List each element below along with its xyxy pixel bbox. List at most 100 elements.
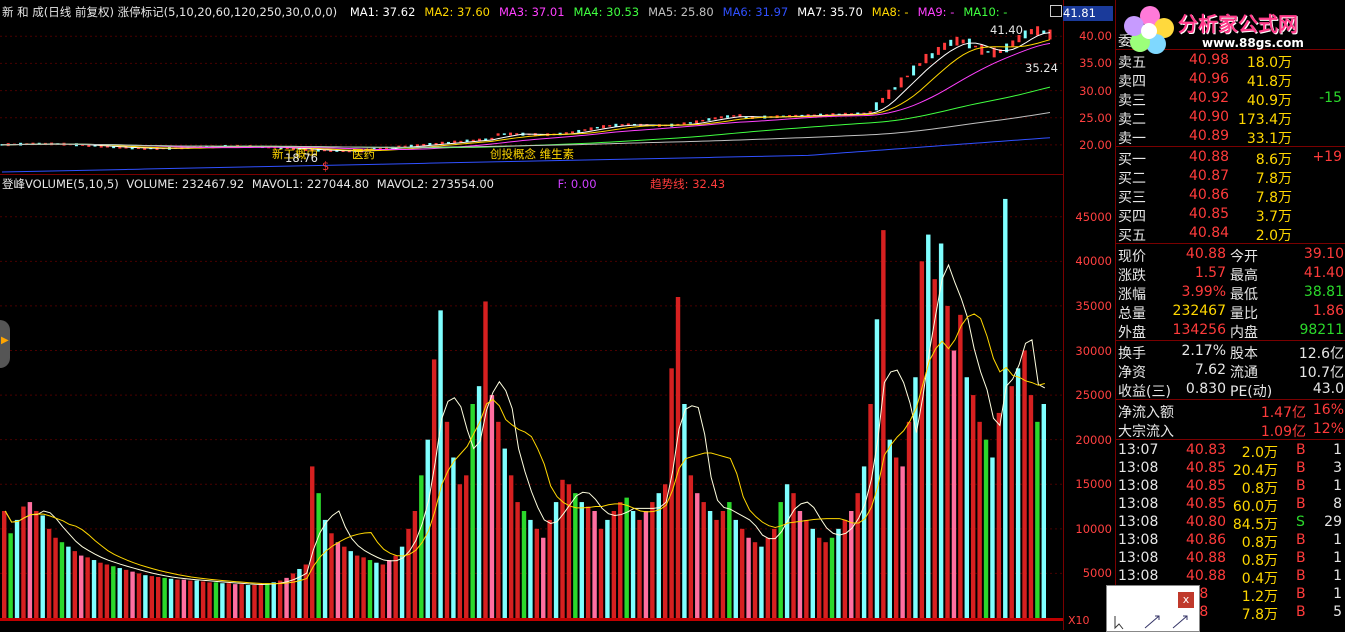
volume-axis-tick: 35000 — [1075, 298, 1112, 313]
volume-bar — [938, 243, 944, 618]
maximize-icon[interactable] — [1050, 5, 1062, 17]
volume-bar — [361, 557, 366, 618]
tick-row: 13:08 40.85 20.4万 B 3 — [1116, 459, 1345, 479]
volume-bar — [451, 457, 456, 618]
price-candle — [1048, 29, 1052, 40]
volume-bar — [643, 511, 649, 618]
arrow-right-icon: ▶ — [1, 335, 9, 346]
volume-bar — [759, 546, 764, 618]
volume-bar — [906, 421, 912, 618]
collapse-tab[interactable]: ▶ — [0, 320, 10, 368]
stat-value: 12.6亿 — [1298, 346, 1344, 362]
volume-bar — [739, 528, 745, 618]
volume-bar — [200, 581, 206, 618]
stat-label: 股本 — [1230, 346, 1258, 362]
stat-label: 收益(三) — [1118, 384, 1171, 400]
volume-bar — [245, 585, 251, 618]
price-candle — [961, 39, 965, 44]
flow-value: 1.09亿 — [1260, 424, 1306, 440]
volume-axis-tick: 10000 — [1075, 521, 1112, 536]
volume-bar — [618, 502, 623, 618]
volume-bar — [156, 576, 161, 618]
volume-bar — [791, 493, 796, 618]
sell-level-label: 卖四 — [1118, 74, 1146, 90]
volume-bar — [104, 564, 110, 618]
price-candle — [899, 77, 903, 88]
stat-label: 净资 — [1118, 365, 1146, 381]
stat-label: 总量 — [1118, 306, 1146, 322]
volume-axis-tick: 5000 — [1082, 566, 1112, 581]
volume-bar — [380, 564, 386, 618]
tick-row: 13:08 40.88 0.8万 B 1 — [1116, 549, 1345, 569]
tick-side: B — [1296, 442, 1306, 458]
logo-url: www.88gs.com — [1202, 36, 1304, 50]
buy-change: +19 — [1312, 149, 1342, 165]
buy-level-label: 买四 — [1118, 209, 1146, 225]
tick-price: 40.80 — [1186, 514, 1227, 530]
close-button[interactable]: x — [1178, 592, 1194, 608]
price-candle — [912, 65, 916, 76]
volume-bar — [53, 537, 58, 618]
volume-bar — [59, 542, 65, 618]
buy-volume: 3.7万 — [1255, 209, 1292, 225]
tick-price: 40.85 — [1186, 460, 1227, 476]
volume-bar — [585, 506, 591, 618]
chart-area[interactable]: 新 和 成(日线 前复权) 涨停标记(5,10,20,60,120,250,30… — [0, 0, 1063, 630]
volume-bar — [637, 519, 642, 618]
mini-window[interactable]: x — [1106, 585, 1200, 632]
volume-bar — [354, 555, 360, 618]
volume-bar — [983, 439, 989, 618]
price-candle — [881, 97, 885, 103]
volume-bar — [688, 475, 694, 618]
stat-row: 总量 232467 量比 1.86 — [1116, 302, 1345, 322]
flow-value: 1.47亿 — [1260, 405, 1306, 421]
price-candle — [701, 119, 705, 122]
price-candle — [502, 133, 506, 135]
tick-side: B — [1296, 478, 1306, 494]
sell-change: -15 — [1319, 90, 1342, 106]
stat-value: 43.0 — [1312, 381, 1344, 397]
volume-bar — [701, 502, 706, 618]
price-candle — [1011, 40, 1015, 47]
stat-label: 涨幅 — [1118, 287, 1146, 303]
volume-bar — [431, 359, 437, 618]
panel-divider — [0, 174, 1063, 175]
stat-label: 今开 — [1230, 249, 1258, 265]
flow-row: 大宗流入 1.09亿 12% — [1116, 420, 1345, 440]
stat-label: PE(动) — [1230, 384, 1273, 400]
volume-bar — [188, 580, 193, 618]
volume-bar — [348, 551, 353, 618]
sell-volume: 173.4万 — [1237, 112, 1292, 128]
sell-row: 卖一 40.89 33.1万 — [1116, 127, 1345, 147]
tick-volume: 7.8万 — [1241, 607, 1278, 623]
volume-bar — [335, 542, 341, 618]
concept-label: 医药 — [352, 147, 375, 161]
tick-row: 13:08 40.88 0.4万 B 1 — [1116, 567, 1345, 587]
volume-bar — [252, 585, 257, 618]
price-candle — [980, 44, 984, 55]
price-candle — [905, 75, 909, 78]
flow-row: 净流入额 1.47亿 16% — [1116, 401, 1345, 421]
price-chart[interactable]: 41.4035.24新工概中 医药 创投概念 维生素18.76$ — [0, 0, 1063, 175]
flower-logo-icon — [1124, 6, 1174, 54]
volume-bar — [720, 511, 726, 618]
volume-bar — [239, 584, 244, 618]
mavol2-value: MAVOL2: 273554.00 — [376, 177, 494, 191]
sell-change-row: -15 — [1116, 89, 1345, 108]
volume-bar — [861, 466, 867, 618]
stat-label: 流通 — [1230, 365, 1258, 381]
volume-bar — [624, 497, 629, 618]
volume-chart[interactable] — [0, 190, 1063, 630]
volume-bar — [46, 528, 52, 618]
cursor-tools-icon[interactable] — [1111, 614, 1196, 630]
volume-bar — [1009, 386, 1014, 618]
volume-bar — [393, 555, 398, 618]
volume-bar — [271, 582, 276, 618]
volume-bar — [573, 493, 578, 618]
tick-count: 1 — [1333, 568, 1342, 584]
stat-label: 涨跌 — [1118, 268, 1146, 284]
volume-bar — [111, 566, 116, 618]
volume-bar — [990, 457, 995, 618]
volume-bar — [1041, 404, 1046, 618]
buy-row: 买三 40.86 7.8万 — [1116, 186, 1345, 206]
